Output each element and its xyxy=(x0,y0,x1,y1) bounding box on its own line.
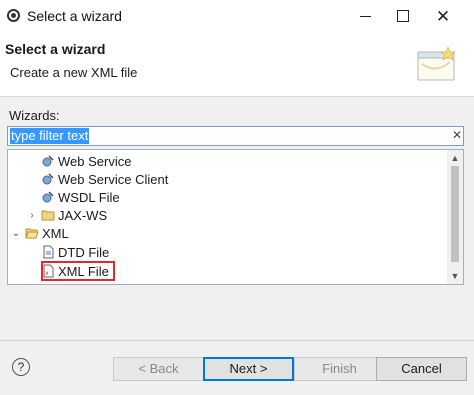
close-icon: ✕ xyxy=(435,6,451,26)
clear-filter-icon[interactable]: ✕ xyxy=(452,128,462,142)
next-button[interactable]: Next > xyxy=(203,357,294,381)
footer-divider xyxy=(0,340,474,341)
tree-item-label: XML xyxy=(42,225,69,241)
header-title: Select a wizard xyxy=(5,41,106,57)
tree-item-label: WSDL File xyxy=(58,189,120,205)
filter-text-selected[interactable]: type filter text xyxy=(10,128,90,144)
window-title: Select a wizard xyxy=(27,8,122,24)
chevron-down-icon[interactable]: ⌄ xyxy=(11,228,21,239)
maximize-button[interactable] xyxy=(381,0,425,32)
wizard-tree[interactable]: Web Service Web Service Client WSDL File… xyxy=(7,149,464,285)
scroll-up-icon[interactable]: ▲ xyxy=(449,152,461,164)
new-file-wizard-banner-icon xyxy=(417,46,456,81)
xml-file-highlight xyxy=(41,261,115,281)
wizard-filter-input[interactable]: type filter text ✕ xyxy=(7,126,464,146)
cancel-button[interactable]: Cancel xyxy=(376,357,467,381)
tree-item-label: JAX-WS xyxy=(58,207,108,223)
tree-item-jax-ws[interactable]: › JAX-WS xyxy=(27,206,107,224)
tree-item-wsdl-file[interactable]: WSDL File xyxy=(41,188,120,206)
folder-icon xyxy=(41,210,55,221)
tree-item-web-service[interactable]: Web Service xyxy=(41,152,131,170)
tree-scrollbar[interactable]: ▲ ▼ xyxy=(447,150,463,284)
tree-item-label: Web Service Client xyxy=(58,171,169,187)
maximize-icon xyxy=(397,10,409,22)
tree-item-label: Web Service xyxy=(58,153,132,169)
finish-button[interactable]: Finish xyxy=(294,357,385,381)
back-button[interactable]: < Back xyxy=(113,357,204,381)
dtd-file-icon xyxy=(43,245,54,259)
folder-open-icon xyxy=(25,228,39,239)
minimize-icon xyxy=(359,15,371,17)
wizard-header: Select a wizard Create a new XML file xyxy=(0,32,474,97)
tree-item-label: DTD File xyxy=(58,244,110,260)
tree-item-xml[interactable]: ⌄ XML xyxy=(11,224,69,242)
tree-item-web-service-client[interactable]: Web Service Client xyxy=(41,170,168,188)
tree-item-dtd-file[interactable]: DTD File xyxy=(41,243,109,261)
header-subtitle: Create a new XML file xyxy=(10,65,138,80)
close-button[interactable]: ✕ xyxy=(421,0,465,32)
help-button[interactable]: ? xyxy=(12,358,30,376)
eclipse-app-icon xyxy=(7,9,20,22)
web-service-client-icon xyxy=(42,173,54,185)
chevron-right-icon[interactable]: › xyxy=(27,210,37,221)
wsdl-file-icon xyxy=(42,191,54,203)
wizards-label: Wizards: xyxy=(9,108,60,123)
scrollbar-thumb[interactable] xyxy=(451,166,459,262)
scroll-down-icon[interactable]: ▼ xyxy=(449,270,461,282)
web-service-icon xyxy=(42,155,54,167)
title-bar: Select a wizard ✕ xyxy=(0,0,474,32)
